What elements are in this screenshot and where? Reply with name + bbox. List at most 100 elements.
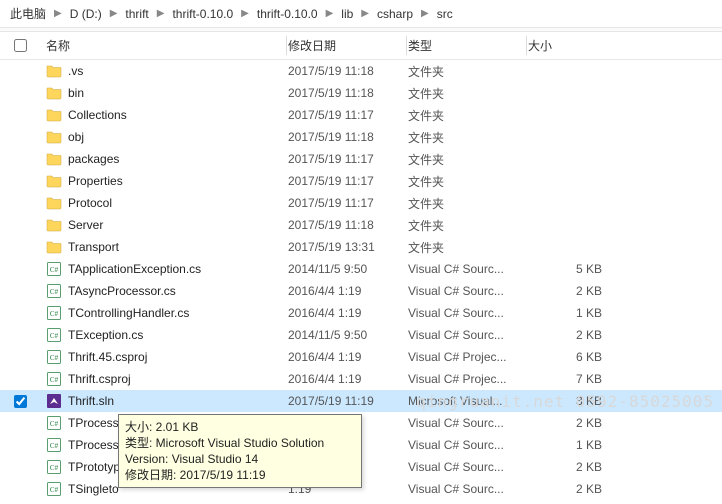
- column-name-label: 名称: [46, 37, 70, 54]
- file-size: 3 KB: [528, 394, 618, 408]
- file-name-cell[interactable]: Transport: [40, 239, 288, 255]
- file-type: 文件夹: [408, 107, 528, 124]
- file-name-cell[interactable]: Server: [40, 217, 288, 233]
- file-name-cell[interactable]: packages: [40, 151, 288, 167]
- file-row[interactable]: obj2017/5/19 11:18文件夹: [0, 126, 722, 148]
- breadcrumb-item[interactable]: thrift-0.10.0: [168, 5, 237, 23]
- file-row[interactable]: packages2017/5/19 11:17文件夹: [0, 148, 722, 170]
- file-row[interactable]: C#TApplicationException.cs2014/11/5 9:50…: [0, 258, 722, 280]
- file-type: Visual C# Projec...: [408, 372, 528, 386]
- file-name-cell[interactable]: Collections: [40, 107, 288, 123]
- file-name-cell[interactable]: C# TControllingHandler.cs: [40, 305, 288, 321]
- csharp-file-icon: C#: [46, 283, 62, 299]
- file-row[interactable]: .vs2017/5/19 11:18文件夹: [0, 60, 722, 82]
- column-type[interactable]: 类型: [408, 32, 528, 59]
- file-type: Microsoft Visual...: [408, 394, 528, 408]
- file-name: TControllingHandler.cs: [68, 306, 189, 320]
- folder-icon: [46, 107, 62, 123]
- file-row[interactable]: C#Thrift.45.csproj2016/4/4 1:19Visual C#…: [0, 346, 722, 368]
- file-row[interactable]: C#TAsyncProcessor.cs2016/4/4 1:19Visual …: [0, 280, 722, 302]
- file-name-cell[interactable]: obj: [40, 129, 288, 145]
- file-name: Properties: [68, 174, 123, 188]
- folder-icon: [46, 151, 62, 167]
- svg-text:C#: C#: [50, 266, 59, 274]
- folder-icon: [46, 217, 62, 233]
- column-date[interactable]: 修改日期: [288, 32, 408, 59]
- file-date: 2017/5/19 11:17: [288, 108, 408, 122]
- file-name-cell[interactable]: C# TException.cs: [40, 327, 288, 343]
- folder-icon: [46, 173, 62, 189]
- file-size: 5 KB: [528, 262, 618, 276]
- file-name: TApplicationException.cs: [68, 262, 201, 276]
- file-name-cell[interactable]: C#Thrift.45.csproj: [40, 349, 288, 365]
- file-type: Visual C# Sourc...: [408, 416, 528, 430]
- select-all-checkbox[interactable]: [0, 39, 40, 52]
- file-name-cell[interactable]: Protocol: [40, 195, 288, 211]
- file-name-cell[interactable]: C#Thrift.csproj: [40, 371, 288, 387]
- column-name[interactable]: 名称: [40, 32, 288, 59]
- file-name-cell[interactable]: C# TApplicationException.cs: [40, 261, 288, 277]
- file-type: 文件夹: [408, 195, 528, 212]
- chevron-right-icon: ▶: [54, 8, 62, 19]
- file-name: TException.cs: [68, 328, 143, 342]
- svg-text:C#: C#: [50, 332, 59, 340]
- breadcrumb-item[interactable]: thrift-0.10.0: [253, 5, 322, 23]
- csharp-file-icon: C#: [46, 327, 62, 343]
- file-row[interactable]: bin2017/5/19 11:18文件夹: [0, 82, 722, 104]
- file-date: 2016/4/4 1:19: [288, 284, 408, 298]
- file-date: 2017/5/19 11:18: [288, 64, 408, 78]
- file-type: 文件夹: [408, 129, 528, 146]
- file-row[interactable]: C#TControllingHandler.cs2016/4/4 1:19Vis…: [0, 302, 722, 324]
- file-row[interactable]: Collections 2017/5/19 11:17文件夹: [0, 104, 722, 126]
- file-name: Collections: [68, 108, 127, 122]
- folder-icon: [46, 195, 62, 211]
- file-date: 2016/4/4 1:19: [288, 372, 408, 386]
- breadcrumb-item[interactable]: lib: [337, 5, 357, 23]
- file-row[interactable]: Properties2017/5/19 11:17文件夹: [0, 170, 722, 192]
- file-row[interactable]: Transport2017/5/19 13:31文件夹: [0, 236, 722, 258]
- file-row[interactable]: Thrift.sln2017/5/19 11:19Microsoft Visua…: [0, 390, 722, 412]
- file-type: Visual C# Sourc...: [408, 438, 528, 452]
- file-type: 文件夹: [408, 85, 528, 102]
- file-row[interactable]: C#Thrift.csproj2016/4/4 1:19Visual C# Pr…: [0, 368, 722, 390]
- file-name-cell[interactable]: C# TAsyncProcessor.cs: [40, 283, 288, 299]
- file-name: TAsyncProcessor.cs: [68, 284, 176, 298]
- row-checkbox[interactable]: [0, 395, 40, 408]
- chevron-right-icon: ▶: [157, 8, 165, 19]
- file-row[interactable]: C#TException.cs2014/11/5 9:50Visual C# S…: [0, 324, 722, 346]
- file-name: TSingleto: [68, 482, 119, 496]
- file-name: obj: [68, 130, 84, 144]
- breadcrumb-item[interactable]: 此电脑: [6, 3, 50, 24]
- file-name-cell[interactable]: bin: [40, 85, 288, 101]
- file-row[interactable]: Server 2017/5/19 11:18文件夹: [0, 214, 722, 236]
- file-name-cell[interactable]: Thrift.sln: [40, 393, 288, 409]
- file-name: Protocol: [68, 196, 112, 210]
- file-date: 2016/4/4 1:19: [288, 350, 408, 364]
- svg-text:C#: C#: [50, 464, 59, 472]
- file-date: 2017/5/19 11:18: [288, 86, 408, 100]
- csharp-file-icon: C#: [46, 261, 62, 277]
- file-row[interactable]: Protocol2017/5/19 11:17文件夹: [0, 192, 722, 214]
- breadcrumb-item[interactable]: csharp: [373, 5, 417, 23]
- breadcrumb-item[interactable]: src: [433, 5, 457, 23]
- column-size-label: 大小: [528, 37, 552, 54]
- breadcrumb-item[interactable]: thrift: [121, 5, 152, 23]
- folder-icon: [46, 129, 62, 145]
- csproj-icon: C#: [46, 371, 62, 387]
- breadcrumb-item[interactable]: D (D:): [66, 5, 106, 23]
- file-date: 2017/5/19 11:19: [288, 394, 408, 408]
- folder-icon: [46, 63, 62, 79]
- solution-icon: [46, 393, 62, 409]
- file-name: Server: [68, 218, 103, 232]
- svg-text:C#: C#: [50, 288, 59, 296]
- file-name-cell[interactable]: .vs: [40, 63, 288, 79]
- tooltip: 大小: 2.01 KB 类型: Microsoft Visual Studio …: [118, 414, 362, 488]
- file-date: 2017/5/19 11:18: [288, 218, 408, 232]
- file-type: 文件夹: [408, 217, 528, 234]
- svg-text:C#: C#: [50, 442, 59, 450]
- file-name-cell[interactable]: Properties: [40, 173, 288, 189]
- breadcrumb[interactable]: 此电脑▶D (D:)▶thrift▶thrift-0.10.0▶thrift-0…: [0, 0, 722, 28]
- column-size[interactable]: 大小: [528, 32, 618, 59]
- svg-text:C#: C#: [50, 310, 59, 318]
- file-type: Visual C# Sourc...: [408, 328, 528, 342]
